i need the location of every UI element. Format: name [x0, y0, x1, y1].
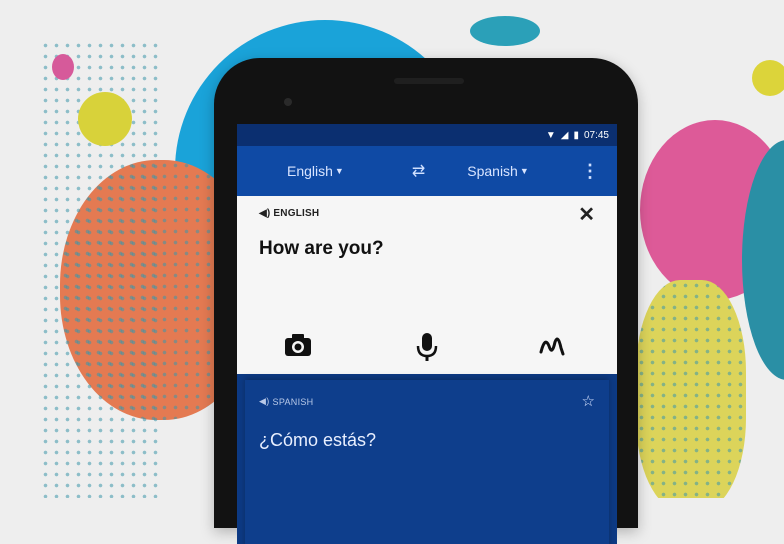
- status-bar: ▼ ◢ ▮ 07:45: [237, 124, 617, 146]
- decor-teal-top: [470, 16, 540, 46]
- phone-sensor: [284, 98, 292, 106]
- microphone-icon[interactable]: [415, 332, 439, 367]
- target-card-label-text: SPANISH: [272, 396, 314, 407]
- source-language-selector[interactable]: English ▼: [287, 163, 344, 179]
- signal-icon: ◢: [560, 129, 569, 141]
- wifi-icon: ▼: [545, 129, 556, 141]
- language-bar: English ▼ ⇄ Spanish ▼ ⋮: [237, 146, 617, 196]
- camera-icon[interactable]: [283, 332, 313, 363]
- decor-yellow-small: [752, 60, 784, 96]
- decor-yellow-dot: [78, 92, 132, 146]
- phone-device: ▼ ◢ ▮ 07:45 English ▼ ⇄ Spanish ▼ ⋮ ◀) E…: [214, 58, 638, 544]
- more-vert-icon[interactable]: ⋮: [581, 161, 599, 182]
- target-language-label: Spanish: [467, 163, 518, 179]
- star-icon[interactable]: ☆: [582, 392, 595, 410]
- translation-card[interactable]: ◀) SPANISH ☆ ¿Cómo estás?: [245, 380, 609, 544]
- handwriting-icon[interactable]: [537, 332, 567, 365]
- status-time: 07:45: [583, 129, 609, 141]
- target-language-selector[interactable]: Spanish ▼: [467, 163, 529, 179]
- target-card-label: ◀) SPANISH: [259, 396, 313, 407]
- translation-text: ¿Cómo estás?: [259, 430, 377, 450]
- input-tools: [237, 332, 617, 368]
- speaker-icon[interactable]: ◀): [259, 208, 270, 219]
- close-icon[interactable]: ✕: [578, 202, 595, 227]
- swap-arrows-icon[interactable]: ⇄: [412, 161, 425, 181]
- input-card: ◀) ENGLISH ✕ How are you?: [237, 196, 617, 374]
- decor-pink-dot: [52, 54, 74, 80]
- source-card-label-text: ENGLISH: [273, 208, 320, 219]
- source-card-label: ◀) ENGLISH: [259, 208, 319, 219]
- caret-down-icon: ▼: [334, 166, 344, 176]
- source-language-label: English: [287, 163, 333, 179]
- decor-yellow-bubble: [636, 280, 746, 498]
- source-text-input[interactable]: How are you?: [259, 238, 384, 260]
- phone-speaker: [394, 78, 464, 84]
- battery-icon: ▮: [573, 129, 579, 141]
- speaker-icon[interactable]: ◀): [259, 396, 270, 407]
- caret-down-icon: ▼: [519, 166, 529, 176]
- app-screen: ▼ ◢ ▮ 07:45 English ▼ ⇄ Spanish ▼ ⋮ ◀) E…: [237, 124, 617, 544]
